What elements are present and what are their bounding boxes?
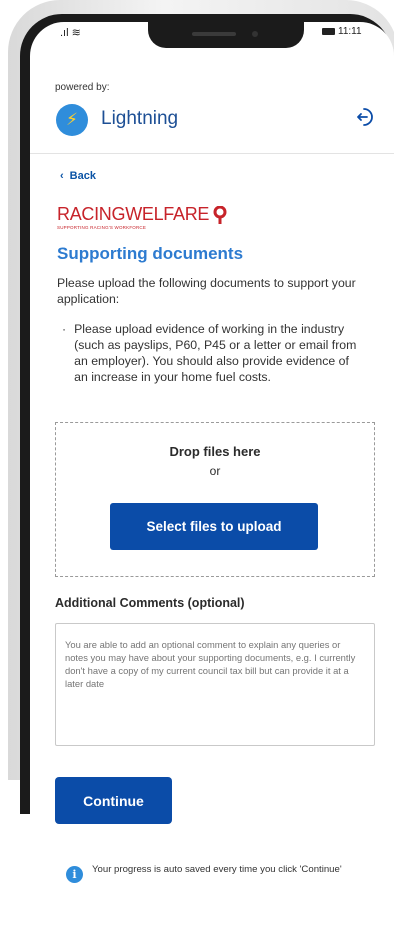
drop-or-label: or bbox=[209, 464, 221, 478]
status-right: 11:11 bbox=[322, 26, 362, 37]
back-label: Back bbox=[69, 170, 96, 182]
requirement-text: Please upload evidence of working in the… bbox=[74, 322, 357, 384]
comments-textarea[interactable] bbox=[55, 623, 375, 746]
device-notch bbox=[148, 22, 304, 48]
select-files-button[interactable]: Select files to upload bbox=[110, 503, 318, 550]
autosave-info: Your progress is auto saved every time y… bbox=[92, 864, 342, 875]
signal-wifi-icon: .ıl ≋ bbox=[60, 27, 81, 39]
brand-name: Lightning bbox=[101, 108, 179, 129]
org-name: RACINGWELFARE bbox=[57, 204, 210, 224]
bullet-marker: · bbox=[62, 322, 67, 336]
lightning-bolt-icon: ⚡ bbox=[66, 110, 78, 129]
comments-label: Additional Comments (optional) bbox=[55, 596, 245, 610]
racing-welfare-logo: RACINGWELFARE bbox=[57, 204, 227, 225]
back-link[interactable]: ‹ Back bbox=[60, 170, 96, 182]
drop-files-label: Drop files here bbox=[169, 444, 261, 459]
page-title: Supporting documents bbox=[57, 244, 244, 263]
status-time: 11:11 bbox=[338, 26, 362, 37]
chevron-left-icon: ‹ bbox=[60, 170, 64, 182]
continue-button[interactable]: Continue bbox=[55, 777, 172, 824]
info-icon: i bbox=[66, 866, 83, 883]
requirement-item: · Please upload evidence of working in t… bbox=[62, 321, 362, 385]
org-tagline: SUPPORTING RACING'S WORKFORCE bbox=[57, 225, 147, 230]
location-pin-icon bbox=[213, 205, 227, 224]
intro-text: Please upload the following documents to… bbox=[57, 276, 356, 306]
powered-by-label: powered by: bbox=[55, 82, 110, 93]
header-divider bbox=[30, 153, 394, 154]
battery-icon bbox=[322, 28, 335, 35]
logout-icon[interactable] bbox=[353, 106, 375, 128]
